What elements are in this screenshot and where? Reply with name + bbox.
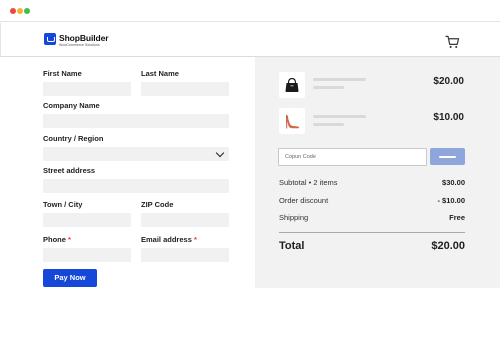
phone-label: Phone * (43, 235, 71, 244)
town-city-label: Town / City (43, 200, 83, 209)
discount-row: Order discount - $10.00 (279, 196, 465, 205)
first-name-label: First Name (43, 69, 82, 78)
maximize-window-dot[interactable] (24, 8, 30, 14)
window-titlebar (0, 0, 500, 22)
shipping-row: Shipping Free (279, 213, 465, 222)
required-marker: * (193, 235, 197, 244)
total-label: Total (279, 240, 305, 252)
last-name-label: Last Name (141, 69, 179, 78)
brand-name[interactable]: ShopBuilder (59, 33, 109, 43)
product-detail-placeholder (313, 86, 344, 89)
zip-code-label: ZIP Code (141, 200, 174, 209)
zip-code-input[interactable] (141, 213, 229, 227)
high-heel-shoe-icon (285, 114, 300, 129)
email-label: Email address * (141, 235, 197, 244)
product-detail-placeholder (313, 123, 344, 126)
street-address-input[interactable] (43, 179, 229, 193)
billing-form: First Name Last Name Company Name Countr… (0, 57, 255, 359)
site-header: ShopBuilder WooCommerce Solutions (0, 23, 500, 57)
handbag-icon (285, 77, 299, 92)
product-price: $10.00 (433, 112, 464, 123)
product-price: $20.00 (433, 76, 464, 87)
shopbuilder-logo-icon[interactable] (44, 33, 56, 45)
pay-now-button[interactable]: Pay Now (43, 269, 97, 287)
subtotal-row: Subtotal • 2 items $30.00 (279, 178, 465, 187)
product-name-placeholder (313, 78, 366, 81)
company-name-label: Company Name (43, 101, 100, 110)
product-thumbnail[interactable] (279, 108, 305, 134)
last-name-input[interactable] (141, 82, 229, 96)
apply-coupon-button[interactable] (430, 148, 465, 165)
brand-tagline: WooCommerce Solutions (59, 43, 100, 47)
phone-label-text: Phone (43, 235, 66, 244)
order-summary-panel: $20.00 $10.00 Copun Code Subtotal • 2 it… (255, 57, 500, 288)
street-address-label: Street address (43, 166, 96, 175)
town-city-input[interactable] (43, 213, 131, 227)
summary-divider (279, 232, 465, 233)
required-marker: * (68, 235, 71, 244)
discount-value: - $10.00 (437, 196, 465, 205)
discount-label: Order discount (279, 196, 329, 205)
subtotal-label: Subtotal • 2 items (279, 178, 338, 187)
shipping-label: Shipping (279, 213, 309, 222)
close-window-dot[interactable] (10, 8, 16, 14)
minimize-window-dot[interactable] (17, 8, 23, 14)
shipping-value: Free (449, 213, 465, 222)
product-name-placeholder (313, 115, 366, 118)
country-region-select[interactable] (43, 147, 229, 161)
shopping-cart-icon[interactable] (445, 35, 460, 49)
chevron-down-icon (215, 148, 225, 158)
company-name-input[interactable] (43, 114, 229, 128)
total-value: $20.00 (431, 240, 465, 252)
first-name-input[interactable] (43, 82, 131, 96)
email-label-text: Email address (141, 235, 192, 244)
country-region-label: Country / Region (43, 134, 104, 143)
subtotal-value: $30.00 (442, 178, 465, 187)
phone-input[interactable] (43, 248, 131, 262)
email-input[interactable] (141, 248, 229, 262)
product-thumbnail[interactable] (279, 72, 305, 98)
total-row: Total $20.00 (279, 240, 465, 252)
coupon-code-input[interactable]: Copun Code (278, 148, 427, 166)
